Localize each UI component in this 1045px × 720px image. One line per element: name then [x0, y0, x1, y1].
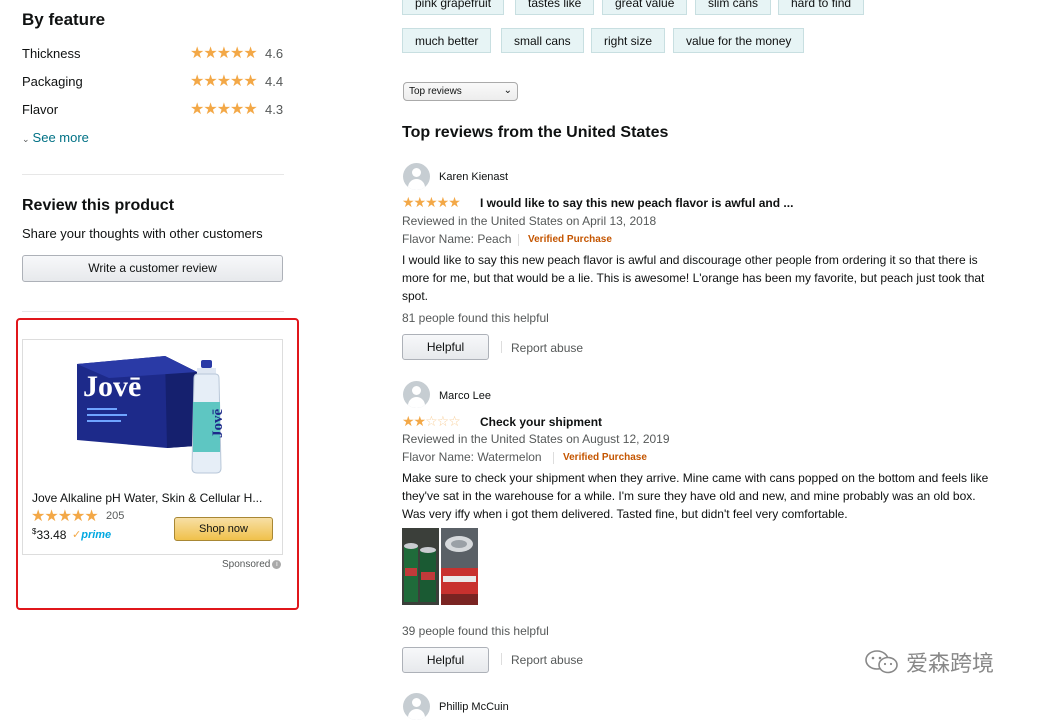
review-date: Reviewed in the United States on August … — [402, 432, 670, 446]
sponsored-label[interactable]: Sponsored i — [222, 559, 282, 570]
review-title[interactable]: I would like to say this new peach flavo… — [480, 196, 793, 210]
ad-price: $33.48 — [32, 527, 66, 542]
reviewer-name[interactable]: Karen Kienast — [439, 171, 508, 183]
feature-row-packaging: Packaging ★★★★★ 4.4 — [22, 73, 284, 94]
feature-label: Packaging — [22, 74, 83, 89]
review-date: Reviewed in the United States on April 1… — [402, 214, 657, 228]
feature-row-flavor: Flavor ★★★★★ 4.3 — [22, 101, 284, 122]
filter-chip[interactable]: pink grapefruit — [402, 0, 505, 15]
chevron-down-icon: ⌄ — [503, 85, 512, 96]
stars-filled: ★★★★★ — [402, 194, 461, 210]
ad-stars-icon: ★★★★★ — [31, 508, 99, 525]
section-divider — [22, 174, 284, 175]
review-product-subtext: Share your thoughts with other customers — [22, 226, 263, 241]
sponsored-text: Sponsored — [222, 559, 271, 570]
review-product-heading: Review this product — [22, 197, 175, 214]
chevron-down-icon: ⌄ — [22, 134, 30, 144]
see-more-link[interactable]: ⌄ See more — [22, 130, 89, 145]
info-icon: i — [272, 559, 282, 569]
action-divider — [501, 341, 502, 353]
avatar[interactable] — [403, 163, 430, 190]
filter-chip[interactable]: slim cans — [695, 0, 772, 15]
report-abuse-link[interactable]: Report abuse — [511, 653, 583, 667]
top-reviews-heading: Top reviews from the United States — [402, 124, 669, 141]
bottle-logo: Jovē — [210, 409, 226, 439]
action-divider — [501, 653, 502, 665]
section-divider — [22, 311, 284, 312]
report-abuse-link[interactable]: Report abuse — [511, 341, 583, 355]
review-photo[interactable] — [441, 528, 478, 605]
prime-badge-icon: ✓prime — [72, 529, 112, 541]
helpful-button[interactable]: Helpful — [402, 647, 489, 673]
feature-row-thickness: Thickness ★★★★★ 4.6 — [22, 45, 284, 66]
filter-chip[interactable]: hard to find — [778, 0, 865, 15]
filter-chip[interactable]: value for the money — [673, 28, 805, 53]
reviewer-name[interactable]: Marco Lee — [439, 390, 491, 402]
wechat-logo-icon — [865, 650, 898, 674]
meta-divider — [518, 234, 519, 246]
reviewer-name[interactable]: Phillip McCuin — [439, 701, 509, 713]
price-value: 33.48 — [36, 528, 67, 542]
meta-divider — [553, 452, 554, 464]
review-stars-icon[interactable]: ★★☆☆☆ — [402, 413, 461, 430]
ad-product-title[interactable]: Jove Alkaline pH Water, Skin & Cellular … — [32, 491, 277, 505]
verified-purchase-badge: Verified Purchase — [563, 452, 647, 463]
feature-stars-icon: ★★★★★ — [190, 101, 258, 118]
stars-empty: ☆☆☆ — [425, 413, 461, 429]
flavor-name[interactable]: Flavor Name: Watermelon — [402, 450, 542, 464]
by-feature-heading: By feature — [22, 10, 106, 29]
prime-label: prime — [81, 529, 112, 541]
avatar[interactable] — [403, 381, 430, 408]
avatar[interactable] — [403, 693, 430, 720]
ad-rating-count[interactable]: 205 — [106, 510, 124, 522]
feature-value: 4.3 — [265, 102, 284, 117]
sort-selected: Top reviews — [409, 86, 462, 97]
feature-label: Flavor — [22, 102, 59, 117]
watermark-text: 爱森跨境 — [906, 651, 995, 676]
helpful-count: 39 people found this helpful — [402, 624, 549, 638]
helpful-button[interactable]: Helpful — [402, 334, 489, 360]
review-photo[interactable] — [402, 528, 439, 605]
feature-label: Thickness — [22, 46, 81, 61]
shop-now-button[interactable]: Shop now — [174, 517, 273, 541]
filter-chip[interactable]: much better — [402, 28, 492, 53]
helpful-count: 81 people found this helpful — [402, 311, 549, 325]
verified-purchase-badge: Verified Purchase — [528, 234, 612, 245]
review-body: Make sure to check your shipment when th… — [402, 471, 989, 521]
stars-filled: ★★ — [402, 413, 426, 429]
feature-stars-icon: ★★★★★ — [190, 73, 258, 90]
sort-dropdown[interactable]: Top reviews ⌄ — [403, 82, 518, 101]
write-review-button[interactable]: Write a customer review — [22, 255, 283, 282]
feature-stars-icon: ★★★★★ — [190, 45, 258, 62]
brand-logo: Jovē — [83, 370, 141, 403]
filter-chip[interactable]: great value — [602, 0, 688, 15]
see-more-label: See more — [32, 130, 89, 145]
feature-value: 4.6 — [265, 46, 284, 61]
flavor-name[interactable]: Flavor Name: Peach — [402, 232, 511, 246]
review-stars-icon[interactable]: ★★★★★ — [402, 194, 461, 211]
feature-value: 4.4 — [265, 74, 284, 89]
filter-chip[interactable]: right size — [591, 28, 666, 53]
review-body: I would like to say this new peach flavo… — [402, 253, 985, 303]
filter-chip[interactable]: small cans — [501, 28, 584, 53]
review-title[interactable]: Check your shipment — [480, 415, 602, 429]
filter-chip[interactable]: tastes like — [515, 0, 595, 15]
product-image[interactable]: Jovē Jovē — [75, 350, 235, 475]
